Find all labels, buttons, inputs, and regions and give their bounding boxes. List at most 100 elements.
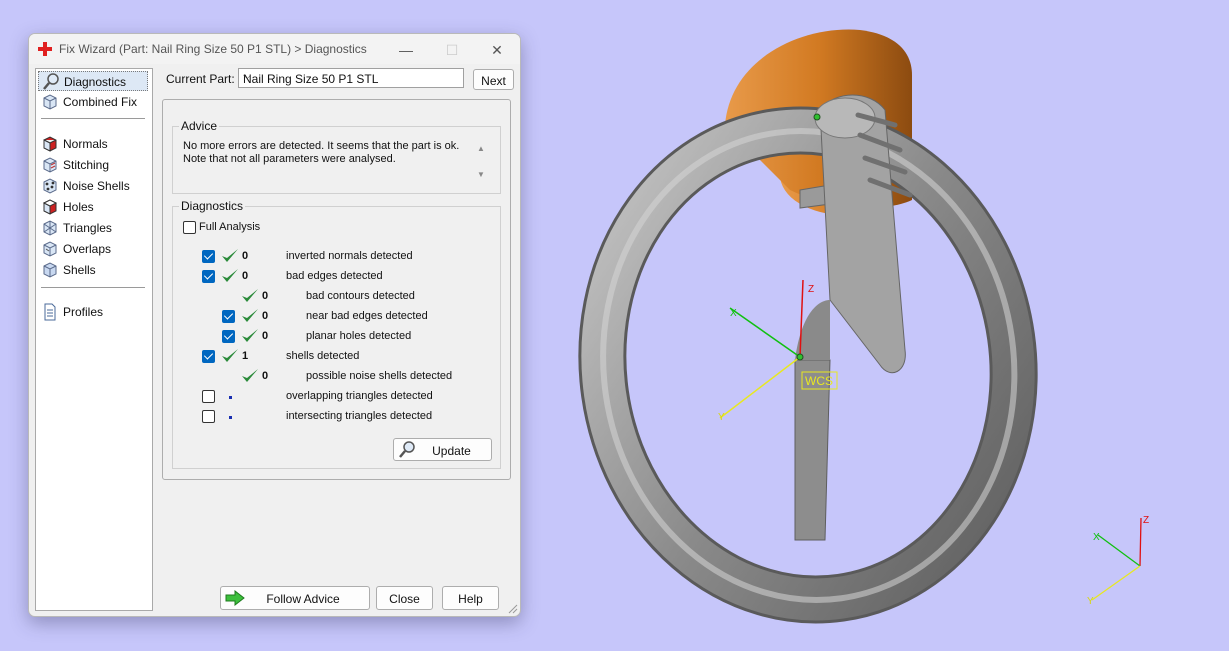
diagnostic-text: bad edges detected [286,270,383,282]
fix-wizard-dialog: Fix Wizard (Part: Nail Ring Size 50 P1 S… [28,33,521,617]
update-button[interactable]: Update [393,438,492,461]
document-icon [44,303,56,321]
next-label: Next [481,74,506,88]
minimize-button[interactable]: — [386,38,426,62]
current-part-label: Current Part: [166,72,235,86]
close-window-button[interactable]: ✕ [477,38,517,62]
nav-item-profiles[interactable]: Profiles [38,302,148,322]
scroll-up-icon[interactable]: ▲ [477,144,485,153]
update-label: Update [432,444,471,458]
diagnostic-checkbox[interactable] [202,410,215,423]
magnifier-icon [43,73,59,90]
stitching-icon [43,157,57,173]
nav-item-diagnostics[interactable]: Diagnostics [38,71,148,91]
corner-y-label: Y [1087,596,1094,607]
corner-x-label: X [1093,532,1100,543]
normals-cube-icon [43,136,57,152]
noise-shells-icon [43,178,57,194]
follow-advice-label: Follow Advice [266,592,340,606]
nav-item-stitching[interactable]: Stitching [38,155,148,175]
nav-item-overlaps[interactable]: Overlaps [38,239,148,259]
diagnostic-checkbox[interactable] [202,390,215,403]
diagnostics-panel: Advice No more errors are detected. It s… [162,99,511,480]
diagnostic-count: 0 [242,270,249,282]
diagnostic-checkbox[interactable] [202,250,215,263]
diagnostic-text: inverted normals detected [286,250,413,262]
chevron-down-icon: ⌵ [243,70,252,82]
pending-dot-icon [229,396,232,399]
diagnostic-count: 0 [262,310,269,322]
close-label: Close [389,592,420,606]
help-label: Help [458,592,483,606]
nav-item-shells[interactable]: Shells [38,260,148,280]
triangles-icon [43,220,57,236]
resize-grip-icon[interactable] [508,604,518,614]
nav-item-normals[interactable]: Normals [38,134,148,154]
diagnostic-count: 0 [262,290,269,302]
check-mark-icon [242,309,258,322]
corner-z-label: Z [1143,515,1149,526]
diagnostics-group: Diagnostics Full Analysis 0 inverted norm… [172,199,501,469]
holes-cube-icon [42,199,58,215]
diagnostic-checkbox[interactable] [222,310,235,323]
diagnostic-text: possible noise shells detected [306,370,453,382]
full-analysis-checkbox[interactable] [183,221,196,234]
check-mark-icon [242,369,258,382]
nav-label: Diagnostics [64,75,127,89]
diagnostic-checkbox[interactable] [202,270,215,283]
help-button[interactable]: Help [442,586,499,610]
diagnostic-count: 0 [242,250,249,262]
cube-icon [43,94,57,110]
nav-separator [41,287,145,288]
shells-icon [43,262,57,278]
diagnostic-checkbox[interactable] [202,350,215,363]
nav-item-noise-shells[interactable]: Noise Shells [38,176,148,196]
diagnostic-checkbox[interactable] [222,330,235,343]
diagnostic-text: bad contours detected [306,290,415,302]
wcs-x-label: X [730,308,737,319]
title-bar[interactable]: Fix Wizard (Part: Nail Ring Size 50 P1 S… [29,34,520,64]
nav-label: Shells [63,263,96,277]
diagnostic-text: planar holes detected [306,330,412,342]
nav-item-combined-fix[interactable]: Combined Fix [38,92,148,112]
nav-label: Combined Fix [63,95,138,109]
full-analysis-label: Full Analysis [199,221,261,233]
check-mark-icon [222,249,238,262]
advice-group: Advice No more errors are detected. It s… [172,119,501,194]
maximize-button[interactable]: ☐ [432,38,472,62]
current-part-select[interactable]: Nail Ring Size 50 P1 STL ⌵ [238,68,464,88]
nav-label: Triangles [63,221,112,235]
diagnostics-title: Diagnostics [179,199,246,213]
check-mark-icon [242,289,258,302]
nav-label: Overlaps [63,242,112,256]
nav-label: Normals [63,137,108,151]
nav-item-triangles[interactable]: Triangles [38,218,148,238]
nav-label: Noise Shells [63,179,130,193]
wizard-nav: Diagnostics Combined Fix Normals Stitchi… [35,68,153,611]
overlaps-icon [43,241,57,257]
orientation-axes: Z X Y [1087,515,1149,607]
wcs-z-label: Z [808,284,814,295]
diagnostic-count: 0 [262,370,269,382]
follow-advice-button[interactable]: Follow Advice [220,586,370,610]
diagnostic-count: 1 [242,350,249,362]
nav-label: Profiles [63,305,104,319]
check-mark-icon [222,269,238,282]
check-mark-icon [242,329,258,342]
nav-item-holes[interactable]: Holes [38,197,148,217]
close-button[interactable]: Close [376,586,433,610]
check-mark-icon [222,349,238,362]
wcs-y-label: Y [718,412,725,423]
diagnostic-text: intersecting triangles detected [286,410,433,422]
diagnostic-count: 0 [262,330,269,342]
wcs-label: WCS [805,374,833,388]
diagnostic-text: near bad edges detected [306,310,428,322]
window-title: Fix Wizard (Part: Nail Ring Size 50 P1 S… [59,42,367,56]
nav-label: Stitching [63,158,110,172]
next-button[interactable]: Next [473,69,514,90]
scroll-down-icon[interactable]: ▼ [477,170,485,179]
diagnostic-text: overlapping triangles detected [286,390,433,402]
nav-separator [41,118,145,119]
diagnostic-text: shells detected [286,350,360,362]
advice-title: Advice [179,119,220,133]
